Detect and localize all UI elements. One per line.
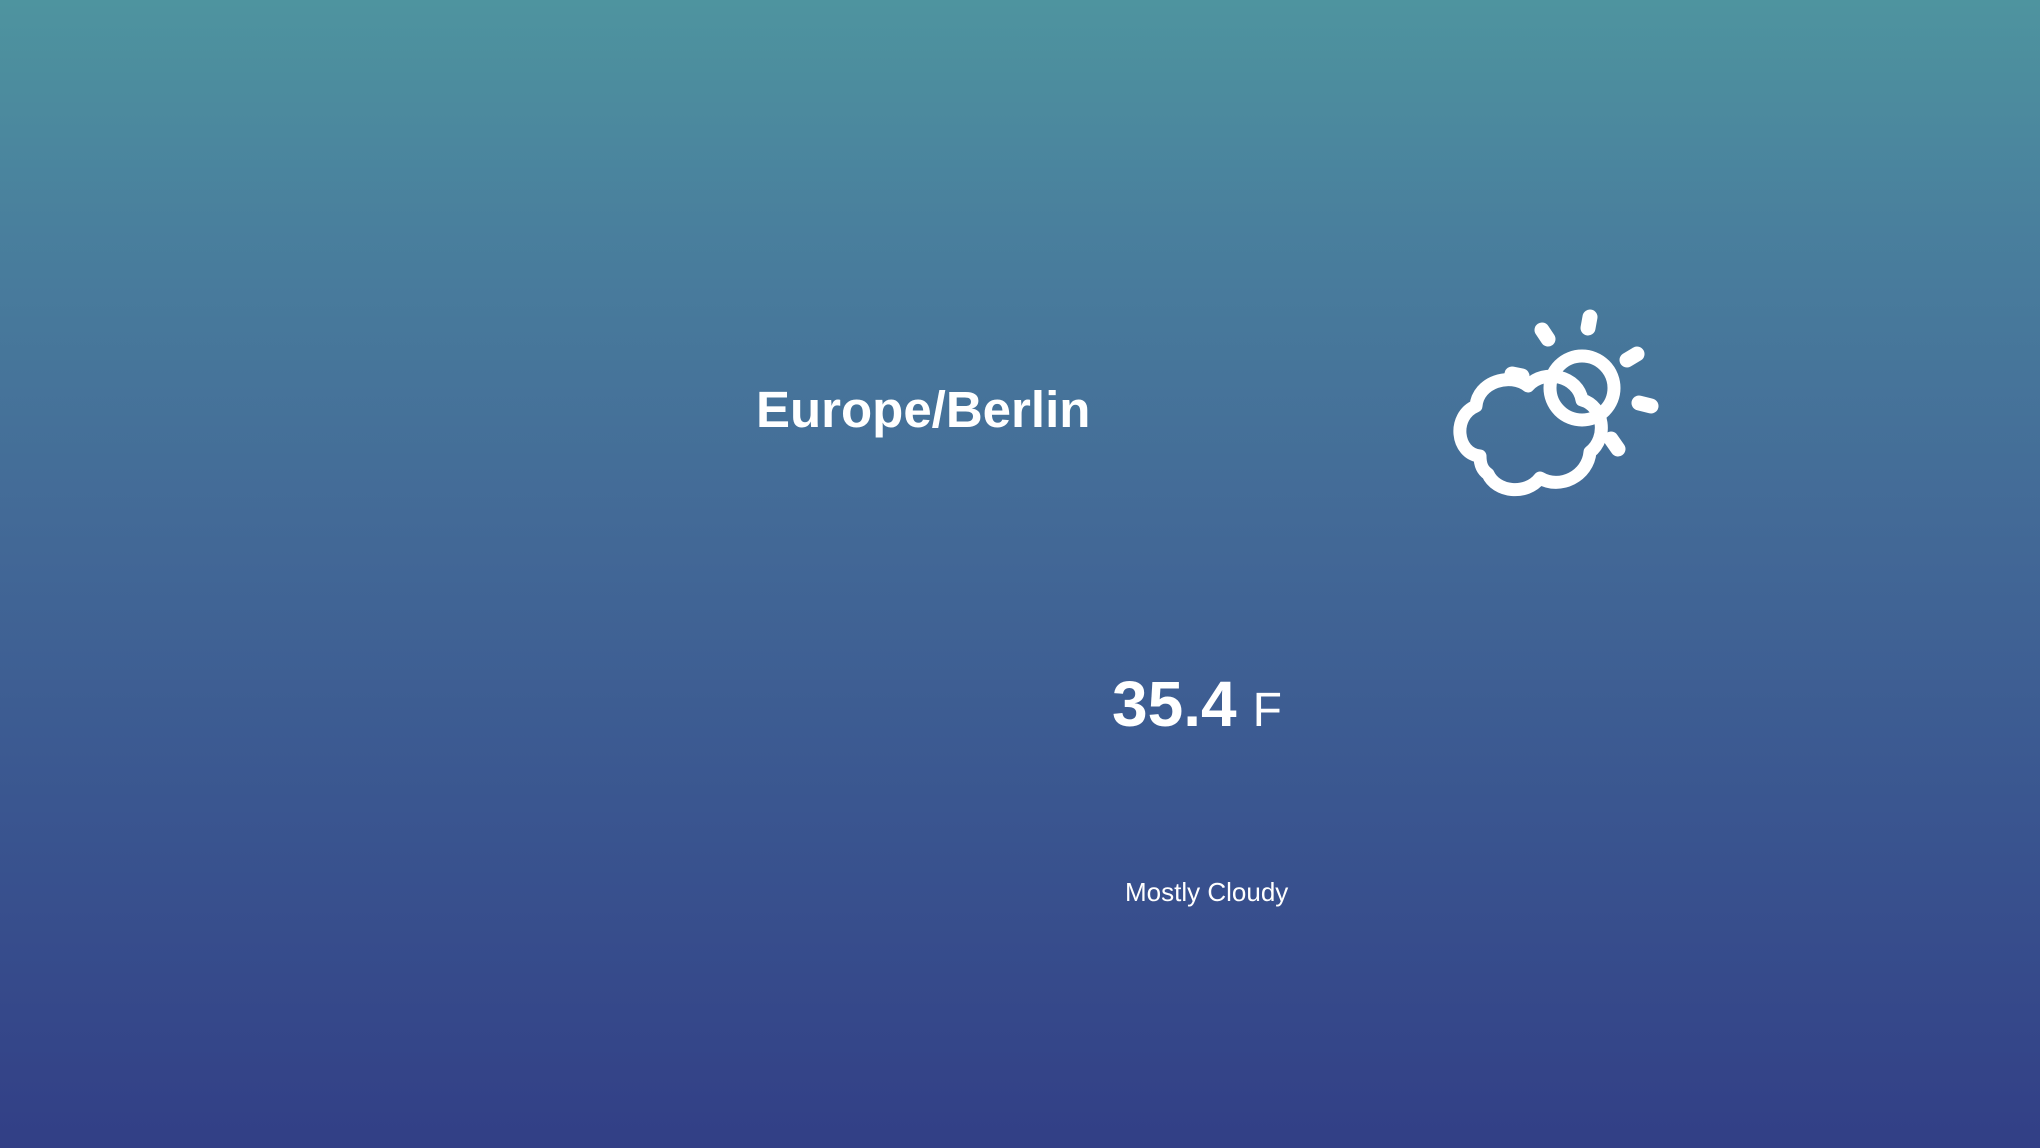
temperature-value: 35.4 [1112,668,1237,740]
partly-cloudy-day-icon [1453,309,1659,497]
weather-summary: Mostly Cloudy [1125,877,1289,907]
temperature-unit: F [1252,684,1282,737]
temperature-display: 35.4 F [1112,672,1282,736]
timezone-label: Europe/Berlin [756,381,1091,438]
